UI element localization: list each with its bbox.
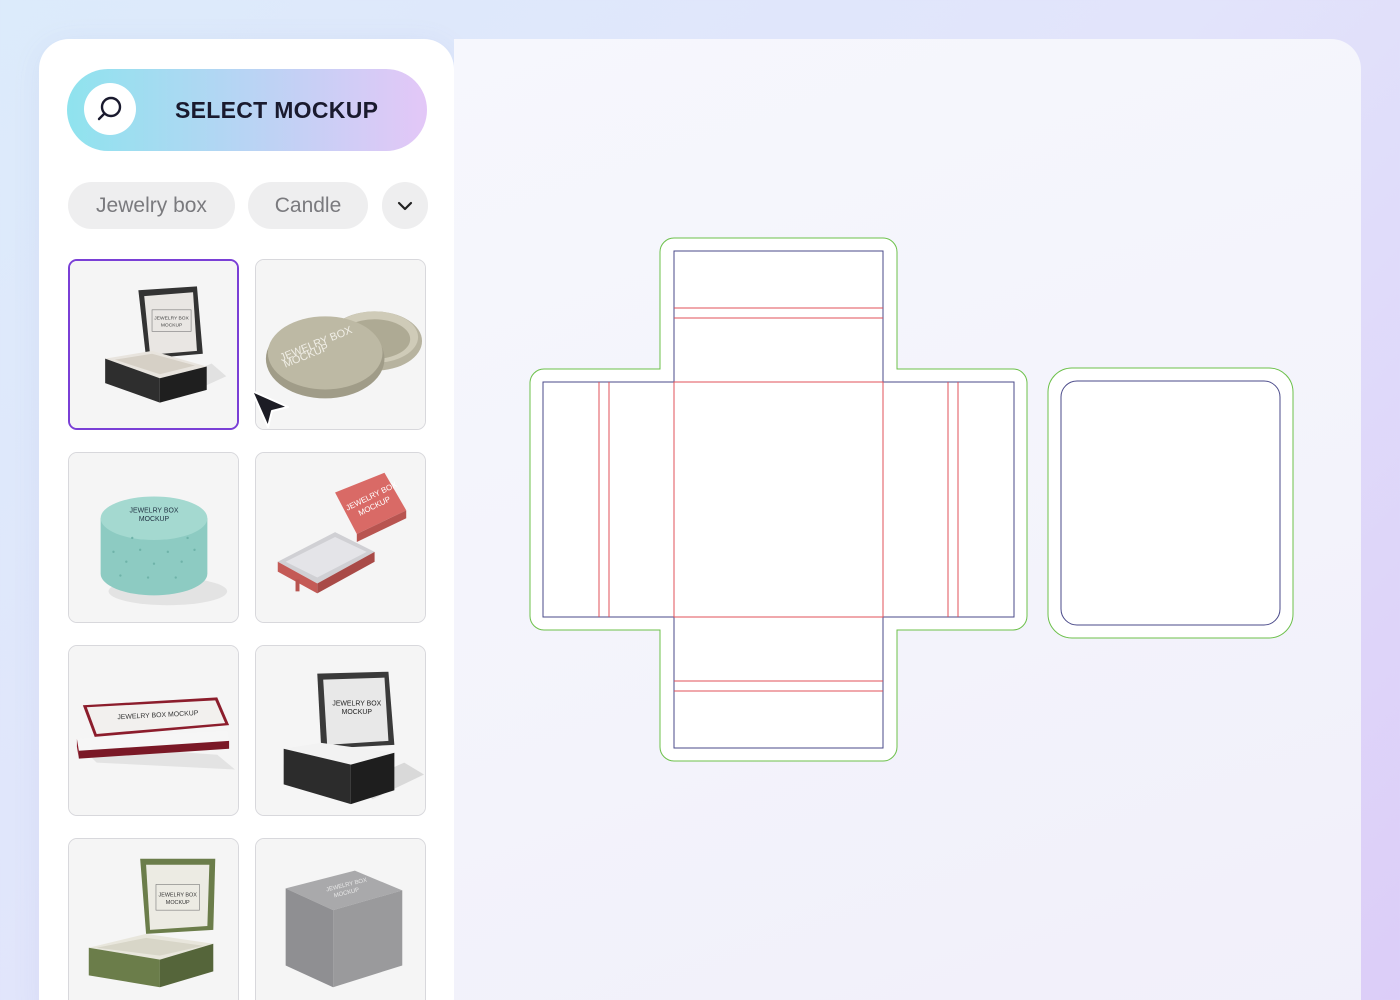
- filter-chip-jewelry-box[interactable]: Jewelry box: [68, 182, 235, 229]
- mockup-card-ring-jewelry-box[interactable]: JEWELRY BOX MOCKUP: [255, 645, 426, 816]
- chevron-down-icon: [397, 201, 413, 210]
- mockup-text-line: MOCKUP: [139, 516, 170, 523]
- open-square-box-thumbnail: JEWELRY BOX MOCKUP: [70, 261, 237, 428]
- arrow-cursor-icon: [251, 390, 289, 428]
- lid-bleed-outline: [1047, 367, 1294, 639]
- dieline-canvas: [454, 39, 1361, 1000]
- filter-chip-label: Jewelry box: [96, 193, 207, 217]
- ring-box-thumbnail: JEWELRY BOX MOCKUP: [256, 646, 425, 815]
- search-icon: [84, 83, 136, 135]
- box-dieline-drawing: [529, 237, 1294, 762]
- long-box-thumbnail: JEWELRY BOX MOCKUP: [69, 646, 238, 815]
- mockup-card-green-jewelry-box[interactable]: JEWELRY BOX MOCKUP: [68, 838, 239, 1000]
- mockup-text-line: JEWELRY BOX: [159, 892, 198, 898]
- green-box-thumbnail: JEWELRY BOX MOCKUP: [69, 839, 238, 1000]
- select-mockup-button[interactable]: SELECT MOCKUP: [67, 69, 427, 151]
- mockup-card-open-square-jewelry-box[interactable]: JEWELRY BOX MOCKUP: [68, 259, 239, 430]
- mockup-card-cylinder-jewelry-box[interactable]: JEWELRY BOX MOCKUP: [68, 452, 239, 623]
- cylinder-box-thumbnail: JEWELRY BOX MOCKUP: [69, 453, 238, 622]
- mockup-text-line: JEWELRY BOX: [332, 700, 381, 707]
- filter-chip-candle[interactable]: Candle: [248, 182, 368, 229]
- mockup-card-long-jewelry-box[interactable]: JEWELRY BOX MOCKUP: [68, 645, 239, 816]
- mockup-sidebar: SELECT MOCKUP Jewelry box Candle JEWELRY…: [39, 39, 454, 1000]
- mockup-text-line: MOCKUP: [166, 900, 190, 906]
- mockup-card-grey-cube-jewelry-box[interactable]: JEWELRY BOX MOCKUP: [255, 838, 426, 1000]
- grey-cube-box-thumbnail: JEWELRY BOX MOCKUP: [256, 839, 425, 1000]
- select-mockup-label: SELECT MOCKUP: [175, 97, 379, 123]
- mockup-text-line: MOCKUP: [342, 709, 373, 716]
- mockup-text-line: JEWELRY BOX: [130, 507, 179, 514]
- filter-chip-label: Candle: [274, 193, 342, 217]
- mockup-text-line: MOCKUP: [161, 322, 182, 328]
- base-bleed-outline: [529, 237, 1028, 762]
- more-filters-button[interactable]: [382, 182, 428, 229]
- mockup-card-drawer-jewelry-box[interactable]: JEWELRY BOX MOCKUP: [255, 452, 426, 623]
- mockup-text-line: JEWELRY BOX: [154, 316, 189, 322]
- drawer-box-thumbnail: JEWELRY BOX MOCKUP: [256, 453, 425, 622]
